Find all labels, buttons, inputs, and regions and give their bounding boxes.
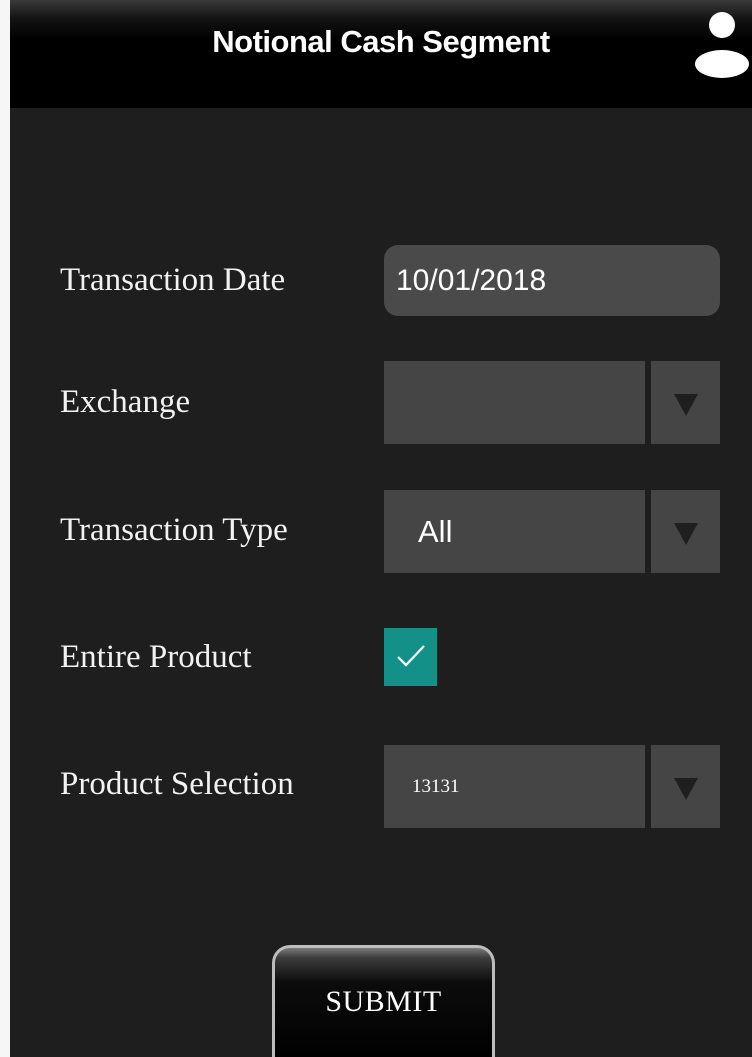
app-header: Notional Cash Segment — [10, 0, 752, 108]
transaction-date-label: Transaction Date — [60, 262, 286, 298]
transaction-type-label: Transaction Type — [60, 512, 288, 548]
exchange-selected-value[interactable] — [384, 361, 645, 444]
transaction-type-selected-value[interactable]: All — [384, 490, 645, 573]
exchange-dropdown[interactable] — [384, 361, 720, 444]
product-selection-selected-value[interactable]: 13131 — [384, 745, 645, 828]
header-title: Notional Cash Segment — [212, 24, 550, 59]
triangle-down-icon — [674, 394, 698, 416]
product-selection-dropdown-button[interactable] — [651, 745, 720, 828]
transaction-type-dropdown[interactable]: All — [384, 490, 720, 573]
product-selection-label: Product Selection — [60, 766, 294, 802]
triangle-down-icon — [674, 523, 698, 545]
entire-product-checkbox[interactable] — [384, 628, 437, 686]
notional-cash-segment-screen: Notional Cash Segment Transaction Date 1… — [10, 0, 752, 1057]
exchange-dropdown-button[interactable] — [651, 361, 720, 444]
exchange-label: Exchange — [60, 384, 191, 420]
submit-button[interactable]: SUBMIT — [272, 945, 495, 1057]
entire-product-label: Entire Product — [60, 639, 252, 675]
user-icon[interactable] — [694, 10, 750, 80]
product-selection-dropdown[interactable]: 13131 — [384, 745, 720, 828]
triangle-down-icon — [674, 778, 698, 800]
left-edge-strip — [0, 0, 10, 1057]
checkmark-icon — [397, 645, 425, 667]
transaction-type-dropdown-button[interactable] — [651, 490, 720, 573]
transaction-date-input[interactable]: 10/01/2018 — [384, 245, 720, 316]
